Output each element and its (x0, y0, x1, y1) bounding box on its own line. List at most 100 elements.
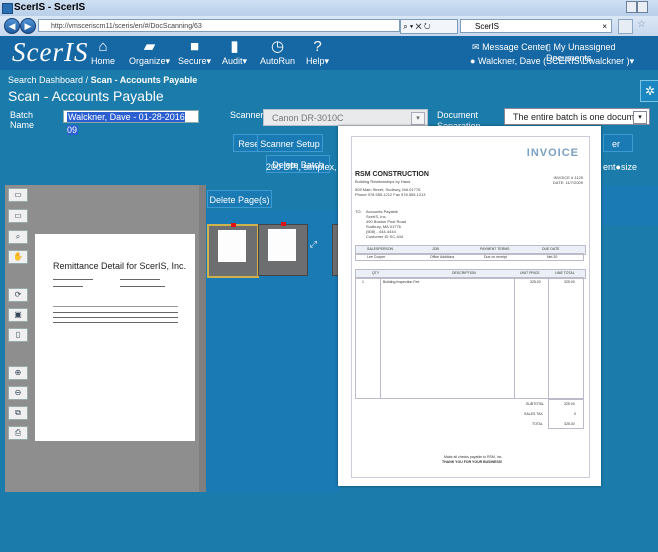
address-bar[interactable]: http://vmsceriscm11/sceris/en/#/DocScann… (38, 19, 400, 32)
terms-value: Office Additions (430, 255, 455, 259)
size-label: size (620, 162, 637, 172)
message-center-label: Message Center (482, 42, 549, 52)
scanner-select[interactable]: Canon DR-3010C ▾ (263, 109, 428, 126)
user-name: Walckner, Dave (SCERIS\Dwalckner ) (477, 56, 630, 66)
scanner-label: Scanner (230, 110, 264, 120)
terms-value: Lee Cooper (367, 255, 386, 259)
nav-autorun[interactable]: ◷ AutoRun (260, 38, 295, 66)
subtotal-label: SUBTOTAL (526, 402, 545, 406)
terms-header: SALESPERSON (367, 247, 394, 251)
nav-help[interactable]: ? Help▾ (306, 38, 329, 67)
items-header: UNIT PRICE (520, 271, 540, 275)
document-separation-select[interactable]: The entire batch is one document ▾ (504, 108, 650, 125)
gear-icon[interactable]: ✲ (640, 80, 658, 102)
batch-name-label: Batch Name (10, 110, 35, 130)
message-center-link[interactable]: ✉ Message Center (472, 42, 548, 53)
window-controls[interactable] (626, 1, 656, 13)
nav-organize-label: Organize (129, 56, 166, 66)
right-panel (602, 185, 658, 225)
zoom-in-icon[interactable]: ⊕ (8, 366, 28, 380)
nav-home[interactable]: ⌂ Home (91, 38, 115, 66)
invoice-date: DATE: 11/7/2009 (552, 180, 583, 185)
nav-help-label: Help (306, 56, 325, 66)
scan-after-button[interactable]: er (603, 134, 633, 152)
invoice-to-label: TO: (355, 209, 362, 214)
page-icon[interactable]: ▯ (8, 328, 28, 342)
invoice-company: RSM CONSTRUCTION (355, 171, 429, 178)
sales-tax-value: 0 (574, 412, 576, 416)
sceris-logo[interactable]: ScerIS (12, 37, 88, 68)
invoice-hover-preview: INVOICE RSM CONSTRUCTION Building Relati… (338, 126, 601, 486)
minimize-icon[interactable] (626, 1, 637, 13)
tab-close-icon[interactable]: × (602, 20, 607, 34)
item-description: Building Inspection Fee (383, 280, 420, 284)
terms-header: JOB (432, 247, 439, 251)
chevron-down-icon[interactable]: ▾ (411, 112, 425, 125)
sales-tax-label: SALES TAX (524, 412, 543, 416)
zoom-out-icon[interactable]: ⊖ (8, 386, 28, 400)
back-arrow-icon[interactable]: ◀ (4, 18, 20, 34)
clock-icon: ◷ (270, 38, 285, 55)
items-header: QTY (372, 271, 380, 275)
tab-title: ScerIS (475, 22, 500, 31)
breadcrumb-root[interactable]: Search Dashboard / (8, 75, 88, 85)
invoice-footer-note: Make all checks payable to RSM, Inc. (444, 455, 503, 459)
delete-pages-button[interactable]: Delete Page(s) (207, 190, 272, 208)
fit-page-icon[interactable]: ▭ (8, 209, 28, 223)
breadcrumb-current: Scan - Accounts Payable (90, 75, 198, 85)
selected-marker-icon (281, 222, 286, 226)
forward-arrow-icon[interactable]: ▶ (20, 18, 36, 34)
browser-tab[interactable]: ScerIS × (460, 19, 612, 33)
maximize-icon[interactable] (637, 1, 648, 13)
page-thumbnail[interactable]: ⤢ (207, 223, 267, 278)
favorites-star-icon[interactable]: ☆ (637, 19, 646, 30)
scanner-setup-button[interactable]: Scanner Setup (257, 134, 323, 152)
scanner-value: Canon DR-3010C (272, 113, 344, 123)
user-menu[interactable]: ● Walckner, Dave (SCERIS\Dwalckner )▾ (470, 56, 634, 67)
fit-width-icon[interactable]: ▭ (8, 188, 28, 202)
front-size-label[interactable]: ent●size (603, 162, 637, 172)
items-header: LINE TOTAL (555, 271, 575, 275)
items-header: DESCRIPTION (452, 271, 476, 275)
nav-organize[interactable]: ▰ Organize▾ (129, 38, 170, 67)
invoice-footer-thanks: THANK YOU FOR YOUR BUSINESS! (442, 460, 503, 464)
new-tab-button[interactable] (618, 19, 633, 34)
panel-splitter[interactable] (199, 185, 206, 492)
crop-icon[interactable]: ▣ (8, 308, 28, 322)
pan-hand-icon[interactable]: ✋ (8, 250, 28, 264)
terms-header: PAYMENT TERMS (480, 247, 510, 251)
thumbnail-page (218, 230, 246, 262)
thumbnail-page (268, 229, 296, 261)
user-icon: ● (470, 56, 476, 66)
expand-icon[interactable]: ⤢ (310, 239, 317, 250)
batch-name-value: Walckner, Dave - 01-28-2016 09 (67, 112, 185, 135)
app-icon (2, 3, 13, 14)
nav-secure[interactable]: ■ Secure▾ (178, 38, 211, 67)
invoice-to-line: Customer ID SC-444 (366, 234, 404, 239)
window-title-bar: ScerIS - ScerIS (0, 0, 658, 16)
nav-audit-label: Audit (222, 56, 243, 66)
total-label: TOTAL (532, 422, 543, 426)
document-icon: ▮ (230, 38, 239, 55)
selected-marker-icon (231, 223, 236, 227)
browser-toolbar: ◀ ▶ http://vmsceriscm11/sceris/en/#/DocS… (0, 16, 658, 37)
page-preview: Remittance Detail for ScerIS, Inc. (35, 234, 195, 441)
terms-value: Net 30 (547, 255, 558, 259)
invoice-document: INVOICE RSM CONSTRUCTION Building Relati… (351, 136, 590, 478)
chevron-down-icon[interactable]: ▾ (633, 111, 647, 124)
document-separation-value: The entire batch is one document (513, 112, 647, 122)
address-bar-controls[interactable]: ⌕ ▾ ✕ ↻ (400, 19, 458, 34)
window-title: ScerIS - ScerIS (14, 2, 86, 13)
print-icon[interactable]: ⎙ (8, 426, 28, 440)
batch-name-input[interactable]: Walckner, Dave - 01-28-2016 09 (63, 110, 199, 135)
folder-icon: ▰ (143, 38, 156, 55)
breadcrumb: Search Dashboard / Scan - Accounts Payab… (8, 75, 197, 85)
copy-icon[interactable]: ⧉ (8, 406, 28, 420)
zoom-select-icon[interactable]: ⌕ (8, 230, 28, 244)
subtotal-value: 325.00 (564, 402, 575, 406)
home-icon: ⌂ (98, 38, 108, 55)
nav-audit[interactable]: ▮ Audit▾ (222, 38, 247, 67)
page-thumbnail[interactable]: ⤢ (258, 222, 317, 276)
nav-home-label: Home (91, 56, 116, 66)
rotate-icon[interactable]: ⟳ (8, 288, 28, 302)
